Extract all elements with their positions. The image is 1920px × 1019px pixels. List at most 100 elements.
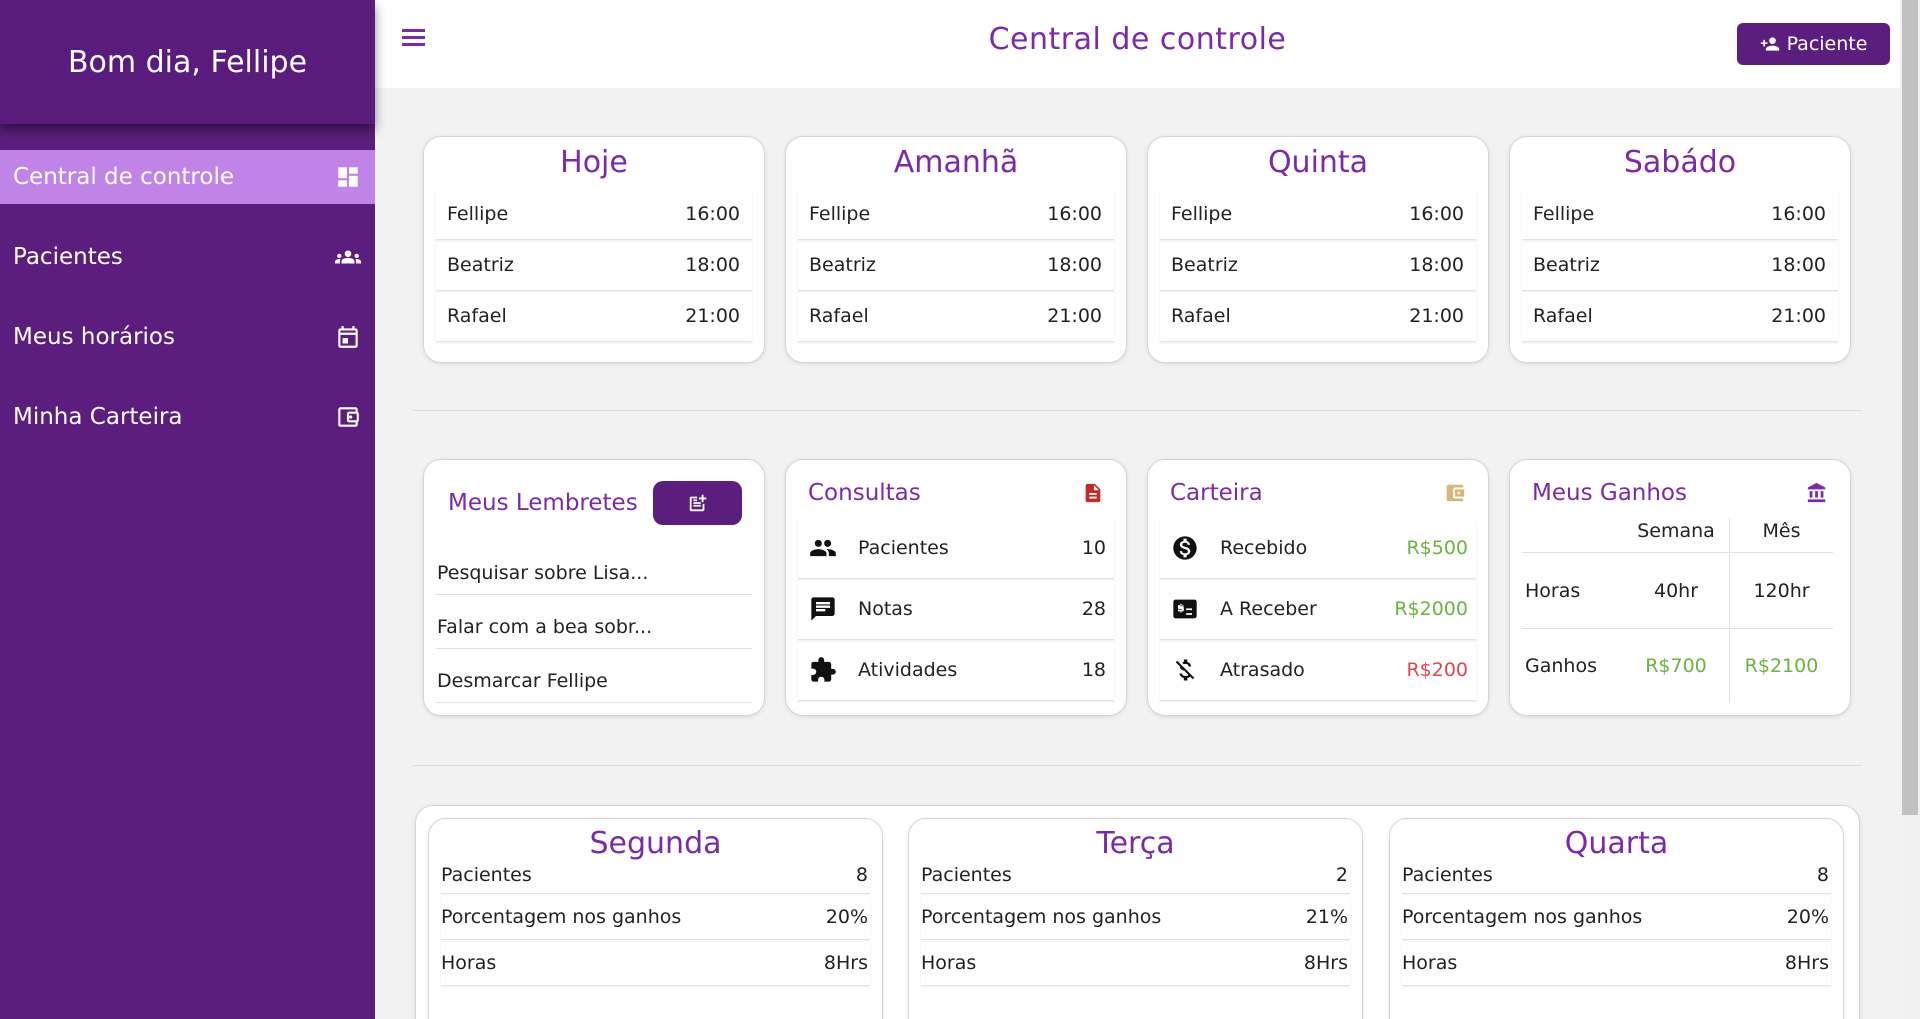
weekday-row: Porcentagem nos ganhos 20%	[1402, 894, 1831, 940]
stat-label: Pacientes	[858, 537, 949, 559]
schedule-row[interactable]: Beatriz 18:00	[1160, 240, 1476, 291]
day-title: Sabádo	[1623, 145, 1737, 180]
patient-name: Rafael	[809, 305, 869, 327]
wallet-icon	[335, 404, 361, 430]
patient-name: Beatriz	[447, 254, 514, 276]
section-divider	[413, 765, 1862, 766]
stat-value: R$200	[1406, 659, 1468, 681]
row-value: 2	[1335, 864, 1348, 886]
appointment-time: 21:00	[1409, 305, 1464, 327]
sidebar-item-minha-carteira[interactable]: Minha Carteira	[0, 390, 375, 444]
row-value: 8	[1816, 864, 1829, 886]
reminders-card: Meus Lembretes Pesquisar sobre Lisa... F…	[423, 459, 765, 716]
row-label: Porcentagem nos ganhos	[1402, 905, 1643, 928]
appointment-time: 18:00	[1409, 254, 1464, 276]
reminders-title: Meus Lembretes	[448, 490, 638, 516]
row-label: Pacientes	[1402, 864, 1493, 886]
schedule-row[interactable]: Fellipe 16:00	[1522, 189, 1838, 240]
weekday-title: Terça	[1096, 826, 1175, 861]
earnings-title: Meus Ganhos	[1532, 480, 1687, 506]
stat-value: R$500	[1406, 537, 1468, 559]
weekday-row: Pacientes 8	[1402, 864, 1831, 894]
scrollbar-thumb[interactable]	[1902, 0, 1918, 815]
sidebar-item-label: Pacientes	[13, 244, 123, 270]
patient-name: Beatriz	[809, 254, 876, 276]
person-add-icon	[1760, 37, 1779, 51]
patient-name: Fellipe	[1171, 203, 1233, 225]
weekday-row: Porcentagem nos ganhos 20%	[441, 894, 870, 940]
row-label: Porcentagem nos ganhos	[441, 905, 682, 928]
stat-row-atividades[interactable]: Atividades 18	[798, 640, 1114, 701]
schedule-row[interactable]: Beatriz 18:00	[798, 240, 1114, 291]
row-label: Ganhos	[1525, 655, 1597, 677]
money-off-icon	[1170, 655, 1200, 685]
earnings-table: Semana Mês Horas 40hr 120hr Ganhos R$700…	[1522, 518, 1838, 703]
earnings-card: Meus Ganhos Semana Mês Horas 40hr 120hr …	[1509, 459, 1851, 716]
schedule-row[interactable]: Fellipe 16:00	[436, 189, 752, 240]
table-header-mes: Mês	[1729, 518, 1833, 553]
reminder-item[interactable]: Falar com a bea sobr...	[436, 595, 752, 649]
stat-value: 18	[1081, 659, 1106, 681]
sidebar-item-pacientes[interactable]: Pacientes	[0, 230, 375, 284]
day-card: Quinta Fellipe 16:00 Beatriz 18:00 Rafael 2…	[1147, 136, 1489, 363]
document-icon	[1085, 483, 1101, 503]
day-title: Quinta	[1267, 145, 1369, 180]
row-value: 20%	[1786, 905, 1829, 928]
schedule-row[interactable]: Rafael 21:00	[798, 291, 1114, 342]
weekday-card: Terça Pacientes 2 Porcentagem nos ganhos 2…	[908, 818, 1363, 1019]
row-value: 20%	[825, 905, 868, 928]
stat-label: Recebido	[1220, 537, 1308, 559]
reminder-item[interactable]: Desmarcar Fellipe	[436, 649, 752, 703]
row-value: 8Hrs	[1784, 951, 1829, 974]
weekday-row: Porcentagem nos ganhos 21%	[921, 894, 1350, 940]
schedule-row[interactable]: Rafael 21:00	[1522, 291, 1838, 342]
schedule-row[interactable]: Rafael 21:00	[1160, 291, 1476, 342]
stat-row-pacientes[interactable]: Pacientes 10	[798, 518, 1114, 579]
schedule-row[interactable]: Fellipe 16:00	[1160, 189, 1476, 240]
sidebar: Bom dia, Fellipe Central de controle Pac…	[0, 0, 375, 1019]
appointment-time: 18:00	[1047, 254, 1102, 276]
stat-label: Atividades	[858, 659, 958, 681]
group-icon	[335, 244, 361, 270]
sidebar-nav: Central de controle Pacientes Meus horár…	[0, 124, 375, 444]
puzzle-icon	[808, 655, 838, 685]
carteira-card: Carteira Recebido R$500 A Receber R$2000…	[1147, 459, 1489, 716]
stat-value: 28	[1081, 598, 1106, 620]
earnings-week: R$700	[1645, 655, 1707, 677]
chat-notes-icon	[808, 594, 838, 624]
appointment-time: 16:00	[1771, 203, 1826, 225]
row-label: Horas	[1522, 553, 1623, 629]
sidebar-item-label: Minha Carteira	[13, 404, 183, 430]
sidebar-item-meus-horarios[interactable]: Meus horários	[0, 310, 375, 364]
row-label: Pacientes	[441, 864, 532, 886]
appointment-time: 18:00	[1771, 254, 1826, 276]
schedule-row[interactable]: Fellipe 16:00	[798, 189, 1114, 240]
row-label: Horas	[1402, 951, 1458, 974]
add-reminder-button[interactable]	[653, 481, 742, 525]
consultas-title: Consultas	[808, 480, 921, 506]
schedule-row[interactable]: Beatriz 18:00	[1522, 240, 1838, 291]
day-card: Amanhã Fellipe 16:00 Beatriz 18:00 Rafael 2…	[785, 136, 1127, 363]
sidebar-item-central-de-controle[interactable]: Central de controle	[0, 150, 375, 204]
hours-month: 120hr	[1729, 553, 1833, 629]
add-patient-button[interactable]: Paciente	[1737, 23, 1890, 65]
stat-row-atrasado[interactable]: Atrasado R$200	[1160, 640, 1476, 701]
stat-row-a-receber[interactable]: A Receber R$2000	[1160, 579, 1476, 640]
weekday-title: Segunda	[589, 826, 722, 861]
appointment-time: 16:00	[1409, 203, 1464, 225]
day-card: Hoje Fellipe 16:00 Beatriz 18:00 Rafael 21:…	[423, 136, 765, 363]
appointment-time: 18:00	[685, 254, 740, 276]
greeting: Bom dia, Fellipe	[0, 0, 375, 124]
stat-row-notas[interactable]: Notas 28	[798, 579, 1114, 640]
stat-label: Notas	[858, 598, 913, 620]
people-icon	[808, 533, 838, 563]
appointment-time: 16:00	[685, 203, 740, 225]
day-title: Hoje	[560, 145, 628, 180]
schedule-row[interactable]: Beatriz 18:00	[436, 240, 752, 291]
reminder-item[interactable]: Pesquisar sobre Lisa...	[436, 541, 752, 595]
calendar-icon	[335, 324, 361, 350]
wallet-icon	[1446, 484, 1465, 502]
stat-row-recebido[interactable]: Recebido R$500	[1160, 518, 1476, 579]
schedule-row[interactable]: Rafael 21:00	[436, 291, 752, 342]
day-title: Amanhã	[893, 145, 1019, 180]
